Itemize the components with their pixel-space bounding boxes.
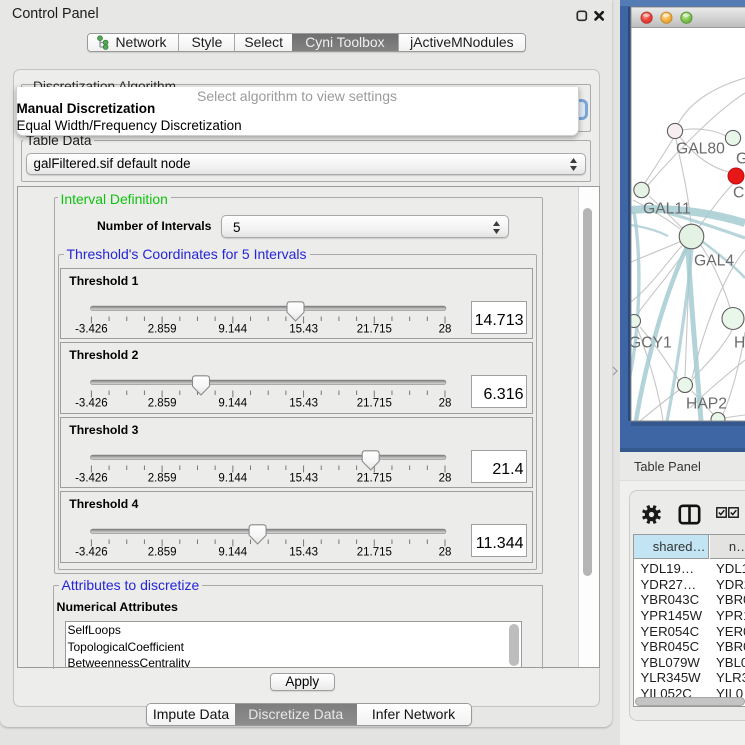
svg-text:15.43: 15.43 (289, 398, 318, 410)
svg-text:-3.426: -3.426 (75, 398, 108, 410)
svg-text:28: 28 (439, 472, 452, 484)
svg-text:Threshold 2: Threshold 2 (69, 348, 138, 362)
svg-text:6.316: 6.316 (483, 386, 523, 403)
svg-text:-3.426: -3.426 (75, 547, 108, 559)
svg-text:-3.426: -3.426 (75, 472, 108, 484)
svg-text:21.715: 21.715 (357, 398, 392, 410)
svg-text:HI: HI (734, 335, 745, 352)
svg-text:Threshold 3: Threshold 3 (69, 423, 138, 437)
svg-text:-3.426: -3.426 (75, 323, 108, 335)
svg-text:2.859: 2.859 (148, 472, 177, 484)
svg-text:Threshold 4: Threshold 4 (69, 497, 138, 511)
svg-text:28: 28 (439, 547, 452, 559)
svg-text:GAL80: GAL80 (676, 141, 725, 158)
svg-text:15.43: 15.43 (289, 323, 318, 335)
svg-text:2.859: 2.859 (148, 547, 177, 559)
svg-text:21.715: 21.715 (357, 547, 392, 559)
svg-text:9.144: 9.144 (218, 547, 247, 559)
svg-text:CR: CR (733, 185, 745, 202)
svg-text:GAL4: GAL4 (694, 253, 734, 270)
svg-text:28: 28 (439, 323, 452, 335)
svg-text:14.713: 14.713 (475, 312, 524, 329)
svg-text:15.43: 15.43 (289, 472, 318, 484)
svg-text:21.715: 21.715 (357, 472, 392, 484)
svg-text:9.144: 9.144 (218, 323, 247, 335)
svg-text:GAL11: GAL11 (643, 201, 691, 218)
svg-text:21.4: 21.4 (492, 461, 523, 478)
svg-text:2.859: 2.859 (148, 398, 177, 410)
svg-text:GCY1: GCY1 (629, 335, 672, 352)
svg-text:28: 28 (439, 398, 452, 410)
svg-text:HAP2: HAP2 (686, 396, 727, 413)
svg-text:GA: GA (736, 151, 745, 168)
svg-text:9.144: 9.144 (218, 398, 247, 410)
svg-text:2.859: 2.859 (148, 323, 177, 335)
svg-text:Threshold 1: Threshold 1 (69, 274, 138, 288)
svg-text:15.43: 15.43 (289, 547, 318, 559)
svg-text:9.144: 9.144 (218, 472, 247, 484)
svg-text:21.715: 21.715 (357, 323, 392, 335)
svg-text:11.344: 11.344 (476, 535, 524, 552)
